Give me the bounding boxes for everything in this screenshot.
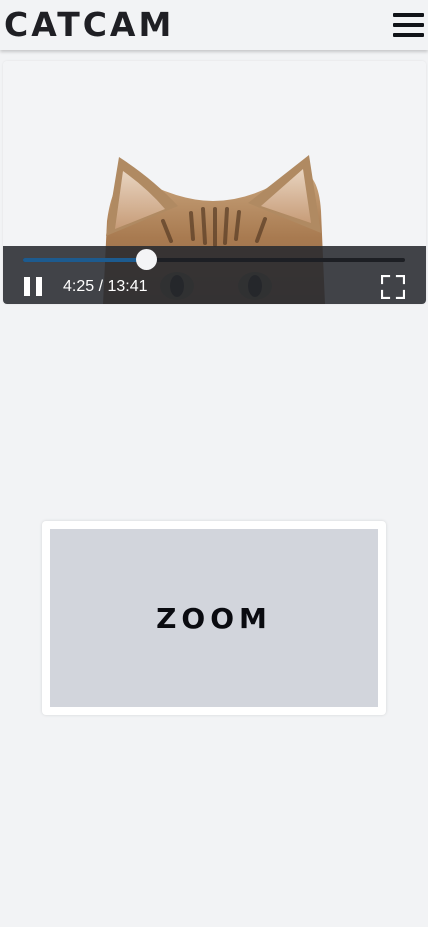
app-header: CATCAM	[0, 0, 428, 50]
app-logo: CATCAM	[4, 5, 175, 44]
video-player[interactable]: 4:25 / 13:41	[3, 61, 426, 304]
fullscreen-icon[interactable]	[381, 275, 405, 299]
hamburger-menu-icon[interactable]	[393, 13, 424, 38]
pause-icon[interactable]	[24, 277, 44, 297]
video-controls-bar: 4:25 / 13:41	[3, 246, 426, 304]
zoom-label: ZOOM	[156, 601, 272, 635]
progress-bar[interactable]	[23, 249, 405, 270]
progress-fill	[23, 258, 147, 262]
zoom-button[interactable]: ZOOM	[50, 529, 378, 707]
zoom-card: ZOOM	[42, 521, 386, 715]
progress-scrubber-handle[interactable]	[136, 249, 158, 270]
time-display: 4:25 / 13:41	[63, 278, 148, 295]
